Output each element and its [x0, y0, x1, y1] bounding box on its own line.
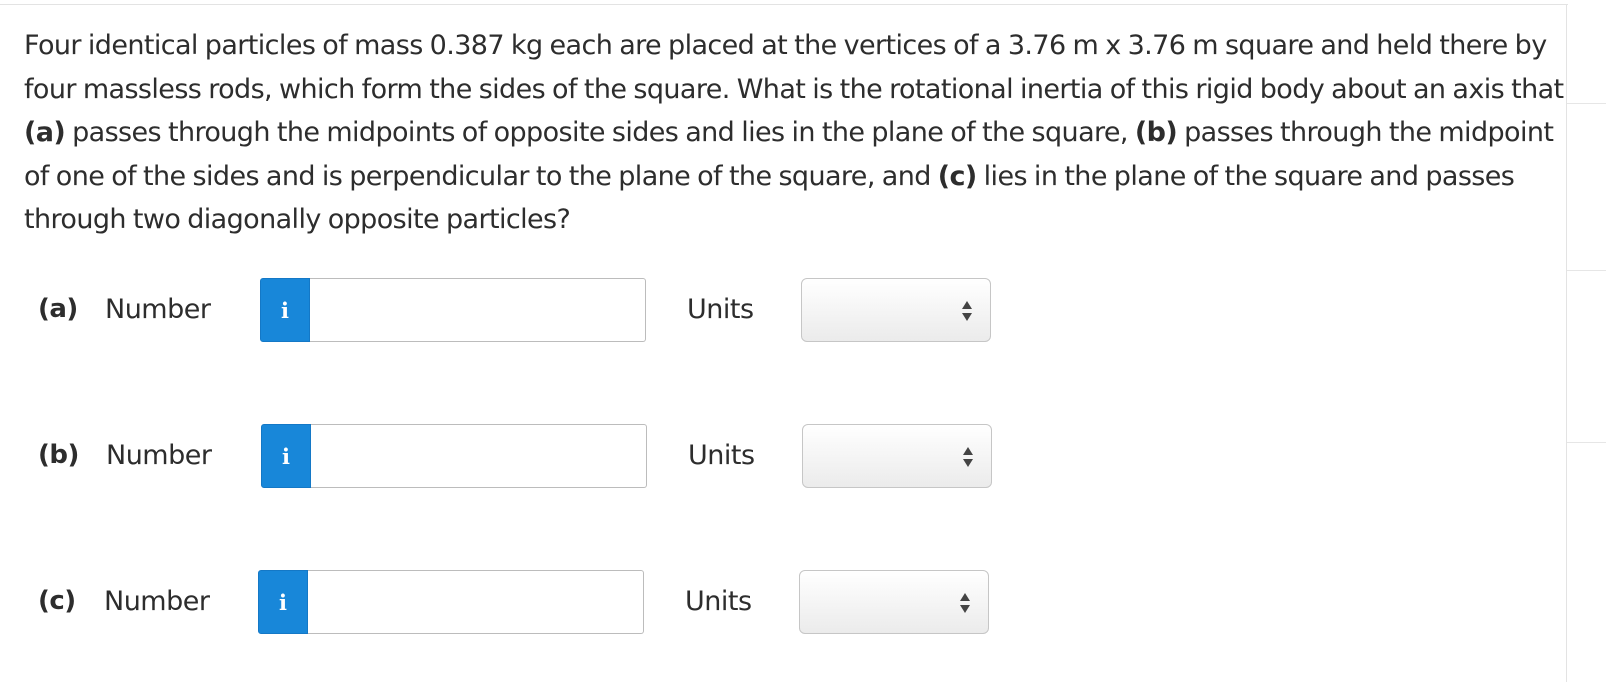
- answer-row-a: (a) Number i Units: [0, 278, 1000, 342]
- part-label-c: (c): [38, 586, 76, 616]
- units-select-b[interactable]: [802, 424, 992, 488]
- units-label-b: Units: [688, 440, 755, 471]
- info-button-b[interactable]: i: [261, 424, 311, 488]
- units-select-a[interactable]: [801, 278, 991, 342]
- question-part-a-text: passes through the midpoints of opposite…: [65, 117, 1135, 148]
- right-divider-tick: [1567, 270, 1606, 271]
- units-label-a: Units: [687, 294, 754, 325]
- part-label-a: (a): [38, 294, 78, 324]
- number-label-c: Number: [104, 586, 210, 617]
- up-down-arrows-icon: [960, 593, 970, 613]
- number-input-b[interactable]: [311, 424, 647, 488]
- question-part-a-tag: (a): [24, 117, 66, 148]
- up-down-arrows-icon: [962, 301, 972, 321]
- info-button-a[interactable]: i: [260, 278, 310, 342]
- question-part-c-tag: (c): [937, 160, 977, 192]
- units-label-c: Units: [685, 586, 752, 617]
- number-input-a[interactable]: [310, 278, 646, 342]
- up-down-arrows-icon: [963, 447, 973, 467]
- info-icon: i: [281, 297, 289, 323]
- info-icon: i: [279, 589, 287, 615]
- part-label-b: (b): [38, 440, 79, 470]
- right-divider-tick: [1567, 103, 1606, 104]
- answer-row-b: (b) Number i Units: [0, 424, 1000, 488]
- question-part-b-tag: (b): [1134, 117, 1178, 148]
- info-button-c[interactable]: i: [258, 570, 308, 634]
- info-icon: i: [282, 443, 290, 469]
- answer-row-c: (c) Number i Units: [0, 570, 1000, 634]
- number-input-c[interactable]: [308, 570, 644, 634]
- number-label-b: Number: [106, 440, 212, 471]
- right-divider-tick: [1567, 442, 1606, 443]
- top-divider: [0, 4, 1568, 5]
- number-label-a: Number: [105, 294, 211, 325]
- units-select-c[interactable]: [799, 570, 989, 634]
- right-divider: [1566, 4, 1567, 682]
- question-text: Four identical particles of mass 0.387 k…: [24, 24, 1564, 242]
- question-intro: Four identical particles of mass 0.387 k…: [24, 30, 1564, 105]
